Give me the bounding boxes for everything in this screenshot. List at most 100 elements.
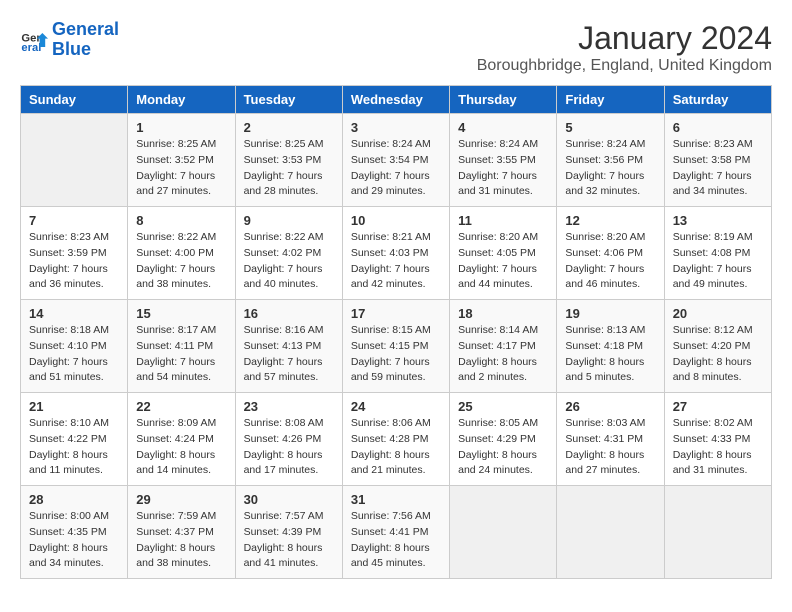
- calendar-cell: [450, 486, 557, 579]
- day-info: Sunrise: 8:25 AM Sunset: 3:53 PM Dayligh…: [244, 137, 334, 200]
- calendar-cell: 16 Sunrise: 8:16 AM Sunset: 4:13 PM Dayli…: [235, 300, 342, 393]
- day-number: 4: [458, 120, 548, 135]
- calendar-cell: 19 Sunrise: 8:13 AM Sunset: 4:18 PM Dayli…: [557, 300, 664, 393]
- day-number: 11: [458, 213, 548, 228]
- calendar-cell: 8 Sunrise: 8:22 AM Sunset: 4:00 PM Daylig…: [128, 207, 235, 300]
- logo-text: General Blue: [52, 20, 119, 60]
- day-number: 6: [673, 120, 763, 135]
- calendar-cell: 6 Sunrise: 8:23 AM Sunset: 3:58 PM Daylig…: [664, 114, 771, 207]
- day-number: 21: [29, 399, 119, 414]
- calendar-week-4: 21 Sunrise: 8:10 AM Sunset: 4:22 PM Dayli…: [21, 393, 772, 486]
- day-number: 27: [673, 399, 763, 414]
- calendar-week-3: 14 Sunrise: 8:18 AM Sunset: 4:10 PM Dayli…: [21, 300, 772, 393]
- day-info: Sunrise: 7:57 AM Sunset: 4:39 PM Dayligh…: [244, 509, 334, 572]
- day-info: Sunrise: 8:22 AM Sunset: 4:00 PM Dayligh…: [136, 230, 226, 293]
- day-number: 24: [351, 399, 441, 414]
- column-header-monday: Monday: [128, 86, 235, 114]
- day-info: Sunrise: 8:00 AM Sunset: 4:35 PM Dayligh…: [29, 509, 119, 572]
- calendar-header-row: SundayMondayTuesdayWednesdayThursdayFrid…: [21, 86, 772, 114]
- logo-icon: Gen eral: [20, 26, 48, 54]
- day-info: Sunrise: 8:20 AM Sunset: 4:05 PM Dayligh…: [458, 230, 548, 293]
- calendar-cell: 3 Sunrise: 8:24 AM Sunset: 3:54 PM Daylig…: [342, 114, 449, 207]
- column-header-saturday: Saturday: [664, 86, 771, 114]
- day-info: Sunrise: 8:03 AM Sunset: 4:31 PM Dayligh…: [565, 416, 655, 479]
- calendar-cell: 20 Sunrise: 8:12 AM Sunset: 4:20 PM Dayli…: [664, 300, 771, 393]
- day-number: 7: [29, 213, 119, 228]
- day-number: 25: [458, 399, 548, 414]
- day-number: 16: [244, 306, 334, 321]
- calendar-cell: 24 Sunrise: 8:06 AM Sunset: 4:28 PM Dayli…: [342, 393, 449, 486]
- calendar-cell: 27 Sunrise: 8:02 AM Sunset: 4:33 PM Dayli…: [664, 393, 771, 486]
- day-info: Sunrise: 8:24 AM Sunset: 3:56 PM Dayligh…: [565, 137, 655, 200]
- calendar-body: 1 Sunrise: 8:25 AM Sunset: 3:52 PM Daylig…: [21, 114, 772, 579]
- page-subtitle: Boroughbridge, England, United Kingdom: [477, 57, 772, 75]
- calendar-cell: 14 Sunrise: 8:18 AM Sunset: 4:10 PM Dayli…: [21, 300, 128, 393]
- calendar-cell: [21, 114, 128, 207]
- day-info: Sunrise: 8:23 AM Sunset: 3:59 PM Dayligh…: [29, 230, 119, 293]
- day-info: Sunrise: 8:25 AM Sunset: 3:52 PM Dayligh…: [136, 137, 226, 200]
- calendar-cell: 5 Sunrise: 8:24 AM Sunset: 3:56 PM Daylig…: [557, 114, 664, 207]
- day-info: Sunrise: 8:24 AM Sunset: 3:55 PM Dayligh…: [458, 137, 548, 200]
- calendar-cell: 25Sunrise: 8:05 AM Sunset: 4:29 PM Dayli…: [450, 393, 557, 486]
- day-number: 13: [673, 213, 763, 228]
- day-info: Sunrise: 8:02 AM Sunset: 4:33 PM Dayligh…: [673, 416, 763, 479]
- day-number: 15: [136, 306, 226, 321]
- day-number: 1: [136, 120, 226, 135]
- logo: Gen eral General Blue: [20, 20, 119, 60]
- calendar-cell: 28 Sunrise: 8:00 AM Sunset: 4:35 PM Dayli…: [21, 486, 128, 579]
- day-info: Sunrise: 8:12 AM Sunset: 4:20 PM Dayligh…: [673, 323, 763, 386]
- day-number: 29: [136, 492, 226, 507]
- calendar-cell: 9Sunrise: 8:22 AM Sunset: 4:02 PM Daylig…: [235, 207, 342, 300]
- svg-text:eral: eral: [21, 42, 41, 54]
- day-number: 31: [351, 492, 441, 507]
- day-info: Sunrise: 8:16 AM Sunset: 4:13 PM Dayligh…: [244, 323, 334, 386]
- day-info: Sunrise: 8:09 AM Sunset: 4:24 PM Dayligh…: [136, 416, 226, 479]
- calendar-table: SundayMondayTuesdayWednesdayThursdayFrid…: [20, 85, 772, 579]
- day-number: 5: [565, 120, 655, 135]
- day-info: Sunrise: 8:10 AM Sunset: 4:22 PM Dayligh…: [29, 416, 119, 479]
- calendar-week-1: 1 Sunrise: 8:25 AM Sunset: 3:52 PM Daylig…: [21, 114, 772, 207]
- day-number: 8: [136, 213, 226, 228]
- day-number: 18: [458, 306, 548, 321]
- day-number: 20: [673, 306, 763, 321]
- calendar-cell: 15Sunrise: 8:17 AM Sunset: 4:11 PM Dayli…: [128, 300, 235, 393]
- calendar-week-5: 28 Sunrise: 8:00 AM Sunset: 4:35 PM Dayli…: [21, 486, 772, 579]
- calendar-cell: [664, 486, 771, 579]
- day-number: 28: [29, 492, 119, 507]
- page-header: Gen eral General Blue January 2024 Borou…: [20, 20, 772, 75]
- calendar-cell: 7 Sunrise: 8:23 AM Sunset: 3:59 PM Daylig…: [21, 207, 128, 300]
- calendar-cell: 30 Sunrise: 7:57 AM Sunset: 4:39 PM Dayli…: [235, 486, 342, 579]
- day-info: Sunrise: 8:18 AM Sunset: 4:10 PM Dayligh…: [29, 323, 119, 386]
- day-number: 30: [244, 492, 334, 507]
- day-info: Sunrise: 8:15 AM Sunset: 4:15 PM Dayligh…: [351, 323, 441, 386]
- column-header-wednesday: Wednesday: [342, 86, 449, 114]
- calendar-cell: 31 Sunrise: 7:56 AM Sunset: 4:41 PM Dayli…: [342, 486, 449, 579]
- day-info: Sunrise: 8:24 AM Sunset: 3:54 PM Dayligh…: [351, 137, 441, 200]
- day-number: 17: [351, 306, 441, 321]
- calendar-cell: 22 Sunrise: 8:09 AM Sunset: 4:24 PM Dayli…: [128, 393, 235, 486]
- day-number: 3: [351, 120, 441, 135]
- calendar-cell: 10 Sunrise: 8:21 AM Sunset: 4:03 PM Dayli…: [342, 207, 449, 300]
- day-number: 9: [244, 213, 334, 228]
- column-header-sunday: Sunday: [21, 86, 128, 114]
- calendar-cell: 26Sunrise: 8:03 AM Sunset: 4:31 PM Dayli…: [557, 393, 664, 486]
- day-info: Sunrise: 7:56 AM Sunset: 4:41 PM Dayligh…: [351, 509, 441, 572]
- calendar-cell: [557, 486, 664, 579]
- day-info: Sunrise: 8:23 AM Sunset: 3:58 PM Dayligh…: [673, 137, 763, 200]
- day-info: Sunrise: 8:13 AM Sunset: 4:18 PM Dayligh…: [565, 323, 655, 386]
- day-number: 22: [136, 399, 226, 414]
- page-title: January 2024: [477, 20, 772, 57]
- calendar-cell: 12Sunrise: 8:20 AM Sunset: 4:06 PM Dayli…: [557, 207, 664, 300]
- day-info: Sunrise: 7:59 AM Sunset: 4:37 PM Dayligh…: [136, 509, 226, 572]
- calendar-cell: 23Sunrise: 8:08 AM Sunset: 4:26 PM Dayli…: [235, 393, 342, 486]
- day-info: Sunrise: 8:20 AM Sunset: 4:06 PM Dayligh…: [565, 230, 655, 293]
- title-block: January 2024 Boroughbridge, England, Uni…: [477, 20, 772, 75]
- day-number: 14: [29, 306, 119, 321]
- day-info: Sunrise: 8:08 AM Sunset: 4:26 PM Dayligh…: [244, 416, 334, 479]
- column-header-friday: Friday: [557, 86, 664, 114]
- calendar-cell: 1 Sunrise: 8:25 AM Sunset: 3:52 PM Daylig…: [128, 114, 235, 207]
- day-number: 10: [351, 213, 441, 228]
- day-info: Sunrise: 8:06 AM Sunset: 4:28 PM Dayligh…: [351, 416, 441, 479]
- day-number: 19: [565, 306, 655, 321]
- day-info: Sunrise: 8:21 AM Sunset: 4:03 PM Dayligh…: [351, 230, 441, 293]
